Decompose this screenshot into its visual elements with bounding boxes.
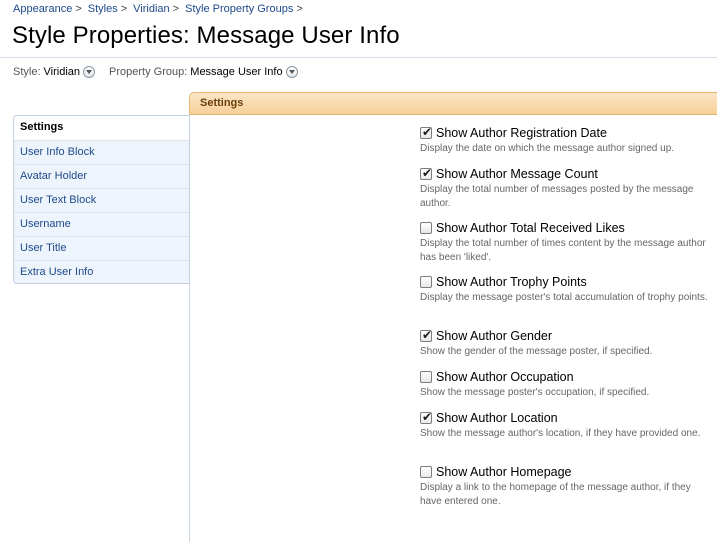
setting-description: Display the message poster's total accum…	[420, 292, 708, 303]
breadcrumb: Appearance > Styles > Viridian > Style Propert…	[13, 3, 309, 15]
setting-location: Show Author Location Show the message au…	[420, 409, 710, 463]
setting-description: Show the message poster's occupation, if…	[420, 387, 650, 398]
setting-trophy-points: Show Author Trophy Points Display the me…	[420, 273, 710, 327]
setting-occupation: Show Author Occupation Show the message …	[420, 368, 710, 409]
breadcrumb-separator: >	[75, 3, 82, 15]
breadcrumb-viridian[interactable]: Viridian	[133, 3, 170, 15]
style-filter-value[interactable]: Viridian	[44, 66, 81, 78]
setting-description: Display a link to the homepage of the me…	[420, 482, 691, 507]
setting-description: Show the gender of the message poster, i…	[420, 346, 653, 357]
property-group-filter-label: Property Group:	[109, 66, 188, 78]
setting-label[interactable]: Show Author Gender	[436, 329, 552, 343]
setting-description: Display the date on which the message au…	[420, 143, 675, 154]
total-received-likes-checkbox[interactable]	[420, 221, 432, 234]
chevron-down-icon[interactable]	[83, 66, 96, 78]
property-group-filter-value[interactable]: Message User Info	[190, 66, 282, 78]
setting-label[interactable]: Show Author Location	[436, 411, 558, 425]
sidebar-item-extra-user-info[interactable]: Extra User Info	[14, 260, 189, 283]
setting-gender: Show Author Gender Show the gender of th…	[420, 327, 710, 368]
setting-registration-date: Show Author Registration Date Display th…	[420, 124, 710, 165]
setting-description: Display the total number of messages pos…	[420, 184, 694, 209]
sidebar-item-avatar-holder[interactable]: Avatar Holder	[14, 164, 189, 188]
page-title: Style Properties: Message User Info	[12, 22, 400, 49]
settings-section-header: Settings	[189, 92, 717, 115]
title-divider	[0, 57, 717, 58]
setting-homepage: Show Author Homepage Display a link to t…	[420, 463, 710, 517]
message-count-checkbox[interactable]	[420, 166, 432, 180]
sidebar-item-user-text-block[interactable]: User Text Block	[14, 188, 189, 212]
filter-bar: Style: Viridian Property Group: Message …	[13, 66, 298, 78]
breadcrumb-separator: >	[120, 3, 128, 15]
setting-label[interactable]: Show Author Message Count	[436, 167, 598, 181]
homepage-checkbox[interactable]	[420, 465, 432, 478]
breadcrumb-style-property-groups[interactable]: Style Property Groups	[185, 3, 293, 15]
style-filter-label: Style:	[13, 66, 41, 78]
setting-label[interactable]: Show Author Homepage	[436, 465, 572, 479]
breadcrumb-separator: >	[172, 3, 180, 15]
settings-panel: Show Author Registration Date Display th…	[420, 124, 710, 517]
setting-message-count: Show Author Message Count Display the to…	[420, 165, 710, 219]
breadcrumb-appearance[interactable]: Appearance	[13, 3, 72, 15]
gender-checkbox[interactable]	[420, 328, 432, 342]
sidebar-item-settings[interactable]: Settings	[14, 116, 189, 140]
setting-description: Show the message author's location, if t…	[420, 428, 701, 439]
setting-label[interactable]: Show Author Total Received Likes	[436, 221, 625, 235]
sidebar-item-user-info-block[interactable]: User Info Block	[14, 140, 189, 164]
sidebar: Settings User Info Block Avatar Holder U…	[13, 115, 190, 284]
chevron-down-icon[interactable]	[285, 66, 298, 78]
registration-date-checkbox[interactable]	[420, 125, 432, 139]
sidebar-item-user-title[interactable]: User Title	[14, 236, 189, 260]
occupation-checkbox[interactable]	[420, 370, 432, 383]
setting-total-received-likes: Show Author Total Received Likes Display…	[420, 219, 710, 273]
setting-label[interactable]: Show Author Trophy Points	[436, 275, 587, 289]
setting-label[interactable]: Show Author Registration Date	[436, 126, 607, 140]
trophy-points-checkbox[interactable]	[420, 275, 432, 288]
location-checkbox[interactable]	[420, 410, 432, 424]
setting-description: Display the total number of times conten…	[420, 238, 706, 263]
breadcrumb-styles[interactable]: Styles	[88, 3, 118, 15]
sidebar-item-username[interactable]: Username	[14, 212, 189, 236]
setting-label[interactable]: Show Author Occupation	[436, 370, 574, 384]
breadcrumb-separator: >	[296, 3, 303, 15]
